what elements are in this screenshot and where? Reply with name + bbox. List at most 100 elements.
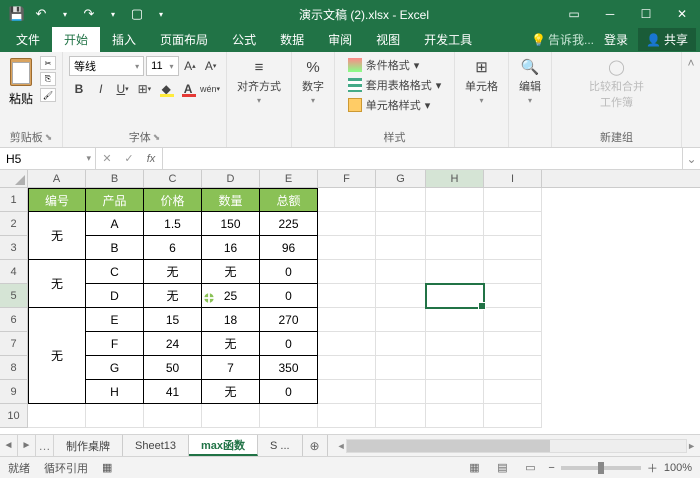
cell[interactable] xyxy=(28,404,86,428)
cell[interactable] xyxy=(318,236,376,260)
table-header[interactable]: 数量 xyxy=(202,188,260,212)
table-format-button[interactable]: 套用表格格式▾ xyxy=(346,76,444,94)
undo-icon[interactable]: ↶ xyxy=(30,3,52,25)
cell[interactable]: 350 xyxy=(260,356,318,380)
collapse-ribbon-icon[interactable]: ˄ xyxy=(682,52,700,147)
undo-dropdown-icon[interactable]: ▾ xyxy=(54,3,76,25)
col-header-C[interactable]: C xyxy=(144,170,202,187)
conditional-format-button[interactable]: 条件格式▾ xyxy=(346,56,444,74)
number-button[interactable]: % 数字 ▾ xyxy=(298,56,328,107)
cell[interactable] xyxy=(426,284,484,308)
cell[interactable]: 0 xyxy=(260,284,318,308)
row-header-2[interactable]: 2 xyxy=(0,212,28,236)
cell[interactable]: 16 xyxy=(202,236,260,260)
cell[interactable]: 无 xyxy=(144,260,202,284)
cell[interactable]: 24 xyxy=(144,332,202,356)
fill-color-button[interactable]: ◆ xyxy=(156,79,176,99)
table-header[interactable]: 价格 xyxy=(144,188,202,212)
cell[interactable] xyxy=(484,188,542,212)
cell[interactable]: 0 xyxy=(260,260,318,284)
row-header-9[interactable]: 9 xyxy=(0,380,28,404)
dialog-launcher-icon[interactable]: ⬊ xyxy=(45,132,53,143)
maximize-button[interactable]: ☐ xyxy=(628,0,664,28)
cell[interactable] xyxy=(260,404,318,428)
normal-view-icon[interactable]: ▦ xyxy=(464,460,484,476)
zoom-in-icon[interactable]: ＋ xyxy=(647,460,658,476)
cell[interactable] xyxy=(318,260,376,284)
tab-home[interactable]: 开始 xyxy=(52,27,100,52)
col-header-E[interactable]: E xyxy=(260,170,318,187)
tab-layout[interactable]: 页面布局 xyxy=(148,27,220,52)
cell[interactable] xyxy=(318,308,376,332)
cell[interactable] xyxy=(484,284,542,308)
status-record-icon[interactable]: ▦ xyxy=(102,461,112,474)
cell[interactable] xyxy=(484,212,542,236)
cell[interactable] xyxy=(376,236,426,260)
expand-formula-icon[interactable]: ⌄ xyxy=(682,148,700,169)
row-header-6[interactable]: 6 xyxy=(0,308,28,332)
font-name-select[interactable]: 等线▾ xyxy=(69,56,144,76)
table-header[interactable]: 产品 xyxy=(86,188,144,212)
cell[interactable] xyxy=(426,260,484,284)
name-box[interactable]: H5 xyxy=(0,148,96,169)
cell[interactable] xyxy=(426,332,484,356)
share-button[interactable]: 👤共享 xyxy=(638,28,696,51)
cell[interactable] xyxy=(376,308,426,332)
cell[interactable]: 无 xyxy=(202,380,260,404)
row-header-8[interactable]: 8 xyxy=(0,356,28,380)
page-break-view-icon[interactable]: ▭ xyxy=(520,460,540,476)
redo-icon[interactable]: ↷ xyxy=(78,3,100,25)
border-button[interactable]: ⊞▾ xyxy=(134,79,154,99)
phonetic-button[interactable]: wén▾ xyxy=(200,79,220,99)
custom-icon[interactable]: ▢ xyxy=(126,3,148,25)
col-header-H[interactable]: H xyxy=(426,170,484,187)
cell[interactable]: 15 xyxy=(144,308,202,332)
cell[interactable]: 6 xyxy=(144,236,202,260)
col-header-G[interactable]: G xyxy=(376,170,426,187)
cell[interactable] xyxy=(144,404,202,428)
minimize-button[interactable]: ─ xyxy=(592,0,628,28)
col-header-D[interactable]: D xyxy=(202,170,260,187)
cell[interactable] xyxy=(426,380,484,404)
cell[interactable] xyxy=(318,212,376,236)
cell[interactable] xyxy=(484,356,542,380)
cell[interactable]: 无 xyxy=(202,332,260,356)
cell[interactable]: H xyxy=(86,380,144,404)
cell-style-button[interactable]: 单元格样式▾ xyxy=(346,96,444,114)
cell[interactable]: 225 xyxy=(260,212,318,236)
edit-button[interactable]: 🔍 编辑 ▾ xyxy=(515,56,545,107)
cell[interactable]: 25 xyxy=(202,284,260,308)
font-color-button[interactable]: A xyxy=(178,79,198,99)
select-all-corner[interactable] xyxy=(0,170,28,187)
cell[interactable]: 50 xyxy=(144,356,202,380)
dialog-launcher-icon[interactable]: ⬊ xyxy=(153,132,161,143)
font-size-select[interactable]: 11▾ xyxy=(146,56,178,76)
cell[interactable] xyxy=(484,380,542,404)
tab-insert[interactable]: 插入 xyxy=(100,27,148,52)
table-header[interactable]: 总额 xyxy=(260,188,318,212)
cell[interactable] xyxy=(202,404,260,428)
tab-file[interactable]: 文件 xyxy=(4,27,52,52)
cell[interactable] xyxy=(376,332,426,356)
tab-view[interactable]: 视图 xyxy=(364,27,412,52)
col-header-B[interactable]: B xyxy=(86,170,144,187)
cell[interactable]: 7 xyxy=(202,356,260,380)
sheet-nav-prev-icon[interactable]: ◄ xyxy=(0,435,18,456)
page-layout-view-icon[interactable]: ▤ xyxy=(492,460,512,476)
cell[interactable]: 0 xyxy=(260,332,318,356)
horizontal-scrollbar[interactable]: ◄ ► xyxy=(333,435,700,456)
cell[interactable] xyxy=(376,356,426,380)
cell[interactable] xyxy=(426,188,484,212)
qat-menu-icon[interactable]: ▾ xyxy=(150,3,172,25)
table-header[interactable]: 编号 xyxy=(28,188,86,212)
cut-icon[interactable]: ✂ xyxy=(40,56,56,70)
cell[interactable]: 150 xyxy=(202,212,260,236)
worksheet-grid[interactable]: ABCDEFGHI 1编号产品价格数量总额2无A1.51502253B61696… xyxy=(0,170,700,434)
paste-button[interactable]: 粘贴 xyxy=(6,56,36,107)
sheet-tab-2[interactable]: Sheet13 xyxy=(123,435,189,456)
cell[interactable] xyxy=(484,332,542,356)
cell[interactable] xyxy=(86,404,144,428)
format-painter-icon[interactable]: 🖌 xyxy=(40,88,56,102)
sheet-tab-4[interactable]: S ... xyxy=(258,435,303,456)
cell[interactable] xyxy=(376,380,426,404)
